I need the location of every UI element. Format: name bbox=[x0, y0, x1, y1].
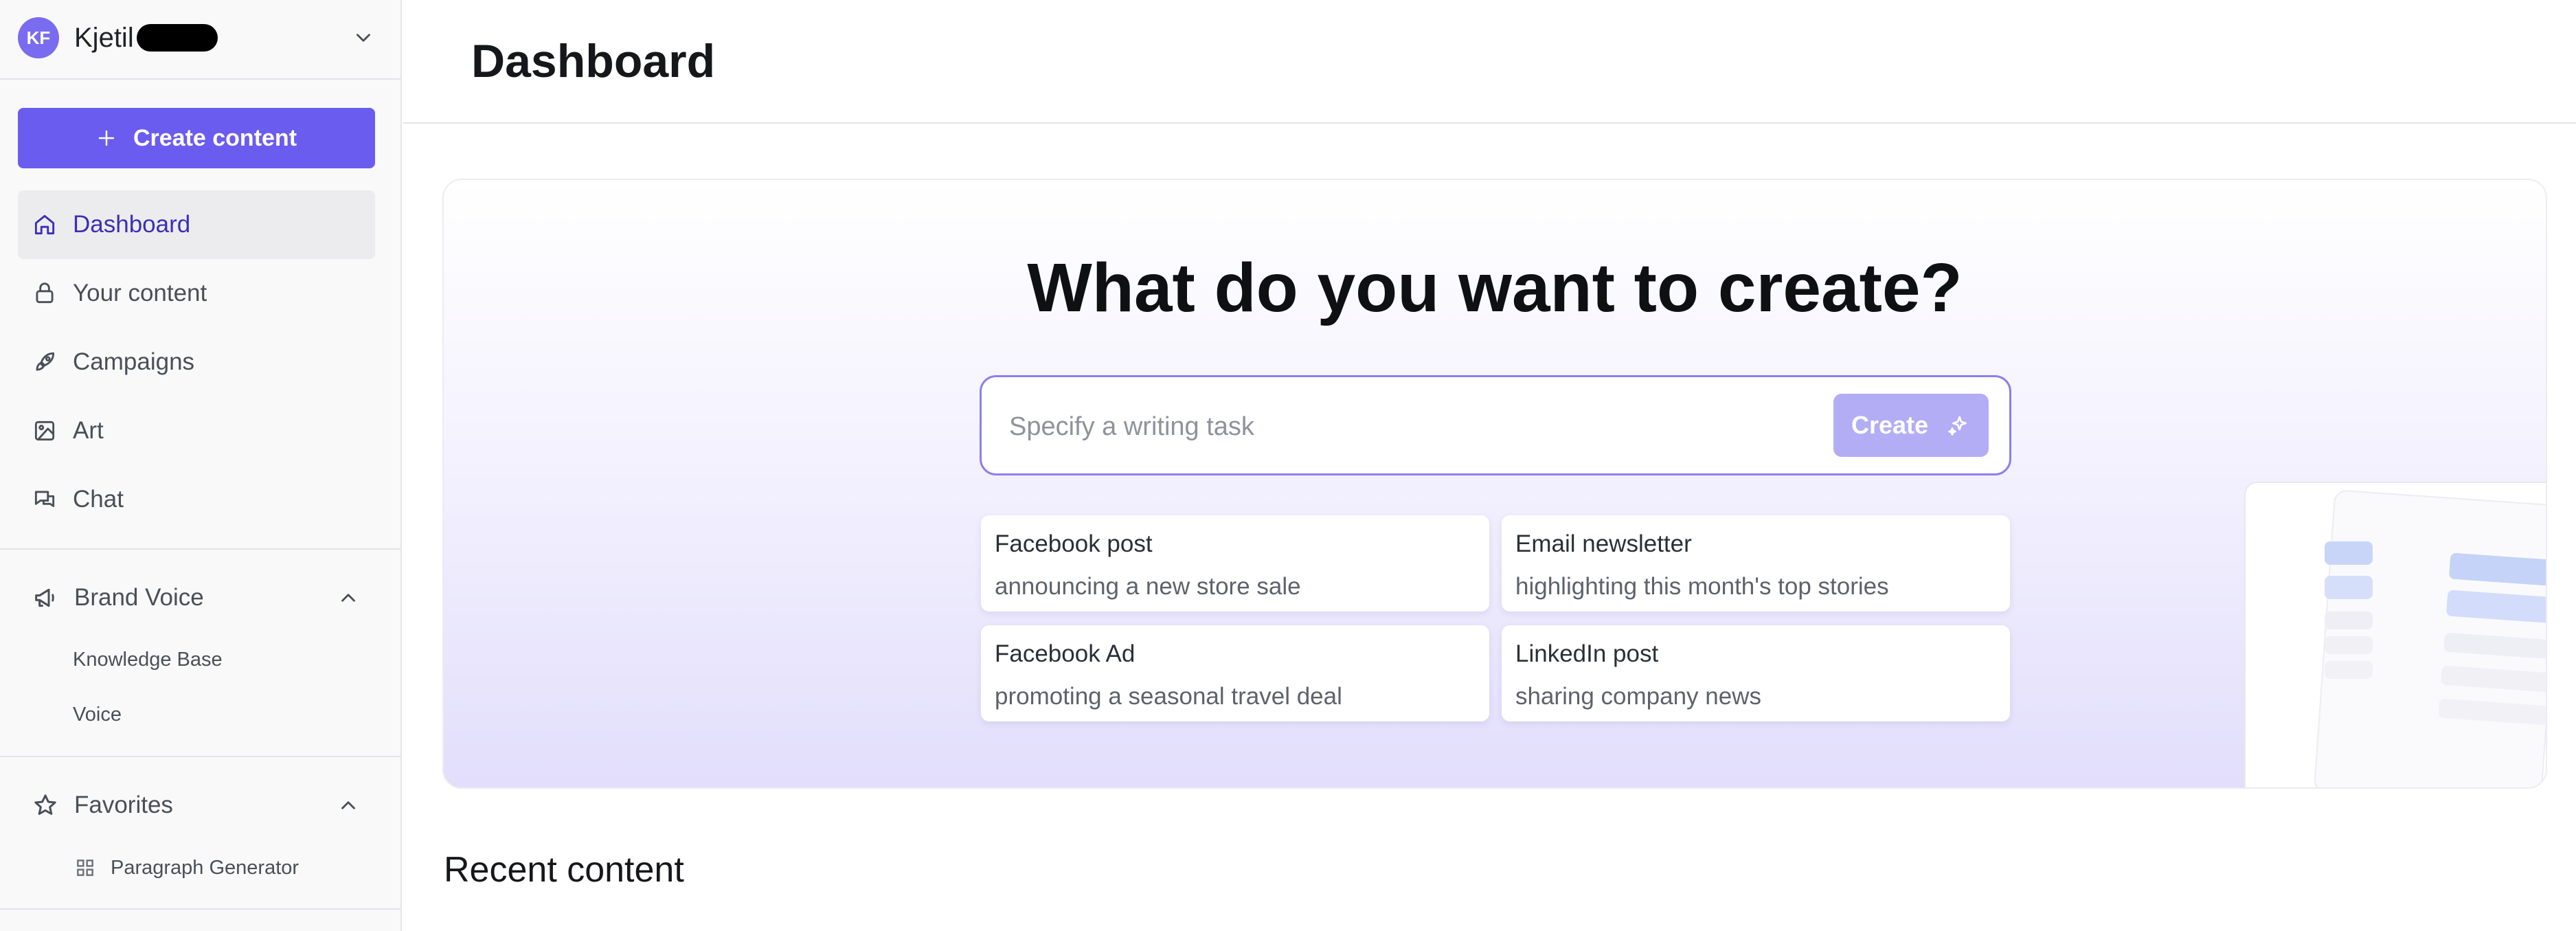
sidebar-item-voice[interactable]: Voice bbox=[73, 694, 122, 735]
suggestion-card[interactable]: Email newsletter highlighting this month… bbox=[1502, 515, 2010, 612]
sidebar-item-your-content[interactable]: Your content bbox=[18, 259, 375, 328]
suggestion-title: Facebook post bbox=[995, 530, 1153, 557]
create-button[interactable]: Create bbox=[1833, 394, 1989, 457]
rocket-icon bbox=[36, 352, 55, 371]
sidebar-item-chat[interactable]: Chat bbox=[18, 465, 375, 534]
sidebar-item-label: Your content bbox=[73, 280, 207, 306]
plus-icon bbox=[98, 130, 115, 146]
suggestion-card[interactable]: Facebook Ad promoting a seasonal travel … bbox=[981, 625, 1489, 721]
sidebar: KF Kjetil Create content Dashboard Your … bbox=[0, 0, 402, 931]
sidebar-item-label: Campaigns bbox=[73, 348, 195, 375]
header-divider bbox=[403, 122, 2576, 124]
suggestion-subtitle: highlighting this month's top stories bbox=[1515, 573, 1889, 600]
account-switcher[interactable]: KF Kjetil bbox=[18, 16, 375, 59]
suggestion-subtitle: promoting a seasonal travel deal bbox=[995, 683, 1342, 710]
sidebar-item-label: Dashboard bbox=[73, 211, 191, 238]
sidebar-item-art[interactable]: Art bbox=[18, 396, 375, 465]
hero-title: What do you want to create? bbox=[1027, 249, 1963, 326]
star-icon bbox=[34, 794, 56, 815]
brand-voice-section-toggle[interactable]: Brand Voice bbox=[18, 570, 375, 625]
sidebar-item-dashboard[interactable]: Dashboard bbox=[18, 190, 375, 259]
sparkle-icon bbox=[1948, 416, 1967, 436]
create-hero-panel: What do you want to create? Create Faceb… bbox=[442, 179, 2547, 789]
suggestion-subtitle: announcing a new store sale bbox=[995, 573, 1301, 600]
create-content-label: Create content bbox=[133, 124, 297, 151]
user-name: Kjetil bbox=[74, 23, 218, 54]
favorites-label: Favorites bbox=[74, 792, 173, 818]
divider bbox=[0, 548, 400, 550]
suggestion-title: Facebook Ad bbox=[995, 640, 1136, 667]
sidebar-item-knowledge-base[interactable]: Knowledge Base bbox=[73, 639, 223, 680]
page-title: Dashboard bbox=[471, 35, 716, 87]
avatar: KF bbox=[18, 17, 59, 58]
grid-icon bbox=[77, 860, 93, 876]
suggestion-title: Email newsletter bbox=[1515, 530, 1692, 557]
divider bbox=[0, 756, 400, 757]
create-content-button[interactable]: Create content bbox=[18, 108, 375, 168]
image-icon bbox=[34, 420, 55, 441]
redaction-mark bbox=[136, 23, 218, 52]
divider bbox=[0, 78, 400, 80]
lock-icon bbox=[36, 282, 54, 304]
suggestion-card[interactable]: Facebook post announcing a new store sal… bbox=[981, 515, 1489, 612]
favorites-section-toggle[interactable]: Favorites bbox=[18, 778, 375, 833]
chat-icon bbox=[34, 491, 55, 507]
suggestion-title: LinkedIn post bbox=[1515, 640, 1659, 667]
sidebar-item-paragraph-generator[interactable]: Paragraph Generator bbox=[111, 847, 299, 888]
sidebar-item-label: Chat bbox=[73, 486, 124, 513]
recent-content-heading: Recent content bbox=[444, 850, 684, 890]
document-illustration bbox=[2244, 482, 2546, 787]
chevron-up-icon bbox=[341, 594, 355, 602]
chevron-down-icon[interactable] bbox=[352, 26, 375, 49]
home-icon bbox=[34, 214, 55, 235]
suggestion-card[interactable]: LinkedIn post sharing company news bbox=[1502, 625, 2010, 721]
suggestion-subtitle: sharing company news bbox=[1515, 683, 1761, 710]
brand-voice-label: Brand Voice bbox=[74, 584, 204, 611]
sidebar-item-campaigns[interactable]: Campaigns bbox=[18, 328, 375, 396]
writing-task-input[interactable] bbox=[1008, 403, 1835, 450]
create-button-label: Create bbox=[1851, 411, 1929, 439]
writing-task-box: Create bbox=[980, 375, 2011, 475]
sidebar-item-label: Art bbox=[73, 417, 104, 444]
megaphone-icon bbox=[35, 588, 54, 607]
chevron-up-icon bbox=[341, 801, 355, 809]
divider bbox=[0, 908, 400, 910]
